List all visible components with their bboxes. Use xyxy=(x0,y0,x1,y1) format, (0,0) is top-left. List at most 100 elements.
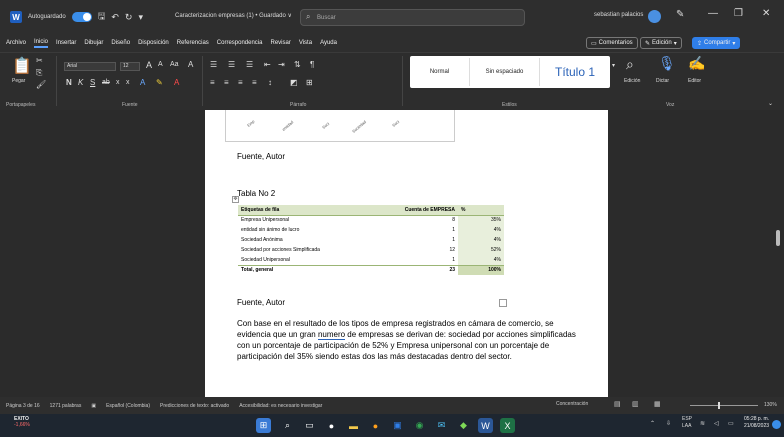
find-icon[interactable]: ⌕ xyxy=(626,56,634,73)
borders-icon[interactable]: ⊞ xyxy=(306,78,313,87)
bold-icon[interactable]: N xyxy=(66,78,72,87)
excel-taskbar-icon[interactable]: X xyxy=(500,418,515,433)
justify-icon[interactable]: ≡ xyxy=(252,78,257,87)
scrollbar-thumb[interactable] xyxy=(776,230,780,246)
styles-more-icon[interactable]: ▾ xyxy=(612,62,615,69)
grow-font-icon[interactable]: A xyxy=(146,60,152,70)
task-view-icon[interactable]: ▭ xyxy=(302,418,317,433)
menu-referencias[interactable]: Referencias xyxy=(177,40,209,46)
pen-icon[interactable]: ✎ xyxy=(676,9,684,20)
align-center-icon[interactable]: ≡ xyxy=(224,78,229,87)
paste-icon[interactable]: 📋 xyxy=(12,56,32,76)
user-name[interactable]: sebastian palacios xyxy=(594,12,643,18)
comments-button[interactable]: ▭ Comentarios xyxy=(586,37,638,49)
zoom-level[interactable]: 130% xyxy=(764,402,777,408)
battery-icon[interactable]: ▭ xyxy=(728,420,734,427)
document-page[interactable]: Emp entidad Soci Sociedad Soci Fuente, A… xyxy=(205,110,608,397)
word-taskbar-icon[interactable]: W xyxy=(478,418,493,433)
show-marks-icon[interactable]: ¶ xyxy=(310,60,314,69)
style-sin-espaciado[interactable]: Sin espaciado xyxy=(470,58,540,86)
search-icon[interactable]: ⌕ xyxy=(280,418,295,433)
app-icon[interactable]: ◆ xyxy=(456,418,471,433)
maximize-icon[interactable]: ❐ xyxy=(734,8,743,19)
menu-inicio[interactable]: Inicio xyxy=(34,39,49,48)
location-icon[interactable]: ⇩ xyxy=(666,420,671,427)
spelling-flagged-word[interactable]: numero xyxy=(317,330,346,340)
chat-icon[interactable]: ● xyxy=(324,418,339,433)
proofing-icon[interactable]: ▣ xyxy=(91,403,96,409)
multilevel-list-icon[interactable]: ☰ xyxy=(246,60,253,69)
shrink-font-icon[interactable]: A xyxy=(158,61,163,68)
menu-vista[interactable]: Vista xyxy=(299,40,312,46)
menu-dibujar[interactable]: Dibujar xyxy=(84,40,103,46)
focus-mode[interactable]: Concentración xyxy=(556,401,588,407)
system-clock[interactable]: 05:28 p. m. 21/08/2023 xyxy=(744,416,769,430)
menu-diseno[interactable]: Diseño xyxy=(111,40,130,46)
language-indicator[interactable]: Español (Colombia) xyxy=(106,403,150,409)
store-icon[interactable]: ▣ xyxy=(390,418,405,433)
vertical-scrollbar[interactable] xyxy=(774,115,782,395)
accessibility-checker[interactable]: Accesibilidad: es necesario investigar xyxy=(239,403,322,409)
file-explorer-icon[interactable]: ▬ xyxy=(346,418,361,433)
line-spacing-icon[interactable]: ↕ xyxy=(268,78,272,87)
tray-chevron-icon[interactable]: ⌃ xyxy=(650,420,655,427)
clear-format-icon[interactable]: A xyxy=(188,60,193,69)
shading-icon[interactable]: ◩ xyxy=(290,78,298,87)
wifi-icon[interactable]: ≋ xyxy=(700,420,705,427)
document-title[interactable]: Caracterizacion empresas (1) • Guardado … xyxy=(175,12,292,19)
firefox-icon[interactable]: ● xyxy=(368,418,383,433)
align-right-icon[interactable]: ≡ xyxy=(238,78,243,87)
zoom-slider[interactable] xyxy=(690,405,758,406)
font-color-icon[interactable]: A xyxy=(174,78,179,87)
paste-label[interactable]: Pegar xyxy=(12,78,25,84)
input-language[interactable]: ESP LAA xyxy=(682,416,692,430)
web-layout-icon[interactable]: ▦ xyxy=(654,400,661,408)
chrome-icon[interactable]: ◉ xyxy=(412,418,427,433)
avatar[interactable] xyxy=(648,10,661,23)
search-input[interactable]: ⌕ Buscar xyxy=(300,9,525,26)
font-name-select[interactable]: Arial xyxy=(64,62,116,71)
volume-icon[interactable]: ◁ xyxy=(714,420,719,427)
print-layout-icon[interactable]: ▥ xyxy=(632,400,639,408)
save-icon[interactable]: 🖫 xyxy=(98,9,106,25)
zoom-slider-knob[interactable] xyxy=(718,402,720,409)
text-predictions[interactable]: Predicciones de texto: activado xyxy=(160,403,229,409)
subscript-icon[interactable]: x xyxy=(116,79,120,86)
menu-ayuda[interactable]: Ayuda xyxy=(320,40,337,46)
read-mode-icon[interactable]: ▤ xyxy=(614,400,621,408)
cut-icon[interactable]: ✂ xyxy=(36,56,43,65)
italic-icon[interactable]: K xyxy=(78,78,83,87)
customize-toolbar-icon[interactable]: ▾ xyxy=(138,12,143,23)
style-normal[interactable]: Normal xyxy=(410,58,470,86)
edicion-label[interactable]: Edición xyxy=(624,78,640,84)
windows-start-icon[interactable]: ⊞ xyxy=(256,418,271,433)
share-button[interactable]: ⇪ Compartir ▾ xyxy=(692,37,741,49)
strikethrough-icon[interactable]: ab xyxy=(102,79,110,86)
style-titulo-1[interactable]: Título 1 xyxy=(540,58,610,86)
superscript-icon[interactable]: x xyxy=(126,79,130,86)
page-counter[interactable]: Página 3 de 16 xyxy=(6,403,40,409)
bullets-icon[interactable]: ☰ xyxy=(210,60,217,69)
notifications-icon[interactable] xyxy=(772,420,781,429)
stock-widget[interactable]: EXITO -1,66% xyxy=(14,416,30,428)
autosave-toggle[interactable] xyxy=(71,12,92,22)
sort-icon[interactable]: ⇅ xyxy=(294,60,301,69)
menu-insertar[interactable]: Insertar xyxy=(56,40,76,46)
menu-correspondencia[interactable]: Correspondencia xyxy=(217,40,263,46)
word-count[interactable]: 1271 palabras xyxy=(50,403,82,409)
font-size-select[interactable]: 12 xyxy=(120,62,140,71)
copy-icon[interactable]: ⎘ xyxy=(36,68,42,78)
numbering-icon[interactable]: ☰ xyxy=(228,60,235,69)
editor-icon[interactable]: ✍ xyxy=(688,55,705,72)
menu-disposicion[interactable]: Disposición xyxy=(138,40,169,46)
text-effects-icon[interactable]: A xyxy=(140,78,145,87)
collapse-ribbon-icon[interactable]: ⌄ xyxy=(768,100,773,107)
undo-icon[interactable]: ↶ xyxy=(111,12,119,23)
menu-archivo[interactable]: Archivo xyxy=(6,40,26,46)
redo-icon[interactable]: ↻ xyxy=(125,12,133,23)
dictar-label[interactable]: Dictar xyxy=(656,78,669,84)
table-move-handle-icon[interactable]: ✥ xyxy=(232,196,239,203)
editor-label[interactable]: Editor xyxy=(688,78,701,84)
editing-mode-button[interactable]: ✎ Edición ▾ xyxy=(640,37,682,49)
body-paragraph[interactable]: Con base en el resultado de los tipos de… xyxy=(237,318,582,362)
